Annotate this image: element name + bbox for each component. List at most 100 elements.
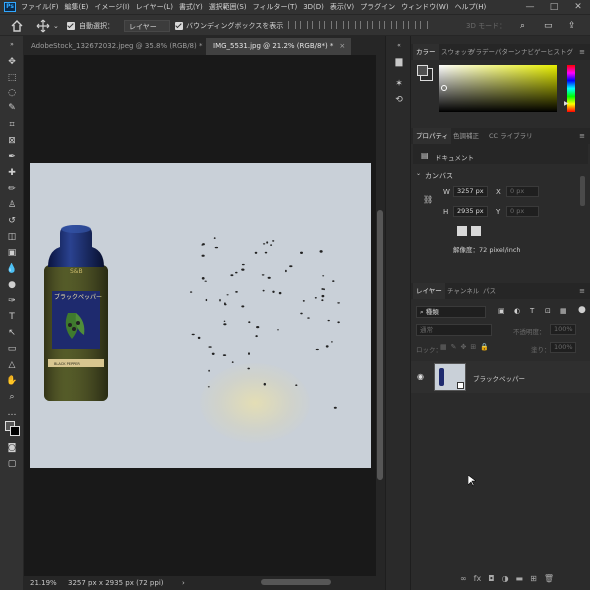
align-center-icon[interactable] [300,21,308,29]
menu-3d[interactable]: 3D(D) [303,3,324,11]
filter-smartobject-icon[interactable]: ▦ [560,307,567,315]
menu-image[interactable]: イメージ(I) [94,2,129,12]
zoom-level[interactable]: 21.19% [30,576,57,590]
foreground-color-swatch[interactable] [417,65,428,76]
lasso-tool-icon[interactable]: ◌ [5,88,19,99]
history-icon[interactable]: ⟲ [393,94,405,106]
tab-gradients[interactable]: グラデー [469,44,495,60]
align-top-icon[interactable] [324,21,332,29]
tab-histogram[interactable]: ヒストグ [547,44,573,60]
x-field[interactable]: 0 px [506,186,539,197]
tab-color[interactable]: カラー [413,44,439,60]
filter-pixel-icon[interactable]: ▣ [498,307,505,315]
width-field[interactable]: 3257 px [453,186,488,197]
align-right-icon[interactable] [312,21,320,29]
menu-type[interactable]: 書式(Y) [179,2,203,12]
align-middle-icon[interactable] [336,21,344,29]
panel-menu-icon[interactable]: ≡ [579,132,585,140]
panel-menu-icon[interactable]: ≡ [579,287,585,295]
eyedropper-tool-icon[interactable]: ✒ [5,152,19,163]
distribute-h-icon[interactable] [360,21,368,29]
opacity-field[interactable]: 100% [550,324,576,335]
status-arrow-icon[interactable]: › [182,576,185,590]
history-brush-tool-icon[interactable]: ↺ [5,216,19,227]
clone-stamp-tool-icon[interactable]: ♙ [5,200,19,211]
eye-icon[interactable]: ◉ [417,372,424,381]
align-bottom-icon[interactable] [348,21,356,29]
menu-select[interactable]: 選択範囲(S) [209,2,247,12]
move-tool-icon[interactable]: ✥ [5,57,19,68]
delete-layer-icon[interactable]: 🗑 [544,574,554,583]
close-window-button[interactable]: ✕ [566,0,590,14]
background-color-swatch[interactable] [10,426,20,436]
quick-select-tool-icon[interactable]: ✎ [5,103,19,114]
search-icon[interactable]: ⌕ [520,20,525,32]
panel-collapse-icon[interactable]: « [393,40,405,52]
auto-select-dropdown[interactable]: レイヤー [124,20,170,32]
chevron-down-icon[interactable]: ⌄ [416,170,421,177]
brush-tool-icon[interactable]: ✏ [5,184,19,195]
zoom-tool-icon[interactable]: ⌕ [5,392,19,403]
show-bbox-checkbox[interactable] [175,22,183,32]
triangle-shape-icon[interactable]: △ [5,360,19,371]
filter-adjustment-icon[interactable]: ◐ [514,307,520,315]
menu-edit[interactable]: 編集(E) [65,2,89,12]
comments-icon[interactable]: ▆ [393,56,405,68]
auto-select-checkbox[interactable] [67,22,75,32]
chevron-down-icon[interactable]: ⌄ [53,20,59,32]
learn-icon[interactable]: ✶ [393,78,405,90]
home-icon[interactable] [10,19,24,32]
vertical-scrollbar[interactable] [376,55,385,576]
tab-adjustments[interactable]: 色調補正 [453,128,479,144]
layer-filter-dropdown[interactable]: ⌕ 種類 [416,306,486,318]
filter-type-icon[interactable]: T [530,307,534,315]
link-icon[interactable]: ⛓ [423,195,433,204]
distribute-v-icon[interactable] [372,21,380,29]
menu-plugins[interactable]: プラグイン [360,2,395,12]
hand-tool-icon[interactable]: ✋ [5,376,19,387]
more-tools-icon[interactable]: … [5,408,19,419]
new-group-icon[interactable]: ▬ [516,574,524,583]
panel-collapse-icon[interactable]: » [5,39,19,50]
landscape-orientation-icon[interactable] [471,226,481,236]
tab-paths[interactable]: パス [483,283,496,299]
filter-shape-icon[interactable]: ⊡ [545,307,551,315]
fill-field[interactable]: 100% [550,342,576,353]
marquee-tool-icon[interactable]: ⬚ [5,73,19,84]
horizontal-scrollbar[interactable] [261,579,331,585]
color-picker-cursor[interactable] [441,85,447,91]
tab-layers[interactable]: レイヤー [413,283,445,299]
hue-slider-handle[interactable]: ▶ [564,100,569,107]
panel-menu-icon[interactable]: ≡ [579,48,585,56]
link-layers-icon[interactable]: ∞ [460,574,467,583]
tab-navigator[interactable]: ナビゲー [521,44,547,60]
share-icon[interactable]: ⇪ [568,20,576,32]
distribute-extra-icon[interactable] [420,21,428,29]
fx-icon[interactable]: fx [474,574,482,583]
height-field[interactable]: 2935 px [453,206,488,217]
close-icon[interactable]: × [339,42,345,50]
scroll-thumb[interactable] [377,210,383,480]
properties-scrollbar[interactable] [580,176,585,206]
menu-window[interactable]: ウィンドウ(W) [401,2,448,12]
menu-help[interactable]: ヘルプ(H) [455,2,487,12]
crop-tool-icon[interactable]: ⌗ [5,120,19,131]
workspace-icon[interactable]: ▭ [544,20,553,32]
tab-properties[interactable]: プロパティ [413,128,452,144]
align-left-icon[interactable] [288,21,296,29]
menu-layer[interactable]: レイヤー(L) [136,2,173,12]
lock-icons[interactable]: ▦✎✥⊞🔒 [440,343,493,351]
add-mask-icon[interactable]: ◘ [488,574,494,583]
portrait-orientation-icon[interactable] [457,226,467,236]
blur-tool-icon[interactable]: 💧 [5,264,19,275]
eraser-tool-icon[interactable]: ◫ [5,232,19,243]
adjustment-layer-icon[interactable]: ◑ [502,574,509,583]
frame-tool-icon[interactable]: ⊠ [5,136,19,147]
maximize-button[interactable]: □ [542,0,566,14]
dodge-tool-icon[interactable]: ● [5,280,19,291]
menu-file[interactable]: ファイル(F) [21,2,59,12]
type-tool-icon[interactable]: T [5,312,19,323]
healing-brush-tool-icon[interactable]: ✚ [5,168,19,179]
align-more-icon[interactable] [396,21,404,29]
screen-mode-icon[interactable]: ▢ [5,459,19,470]
